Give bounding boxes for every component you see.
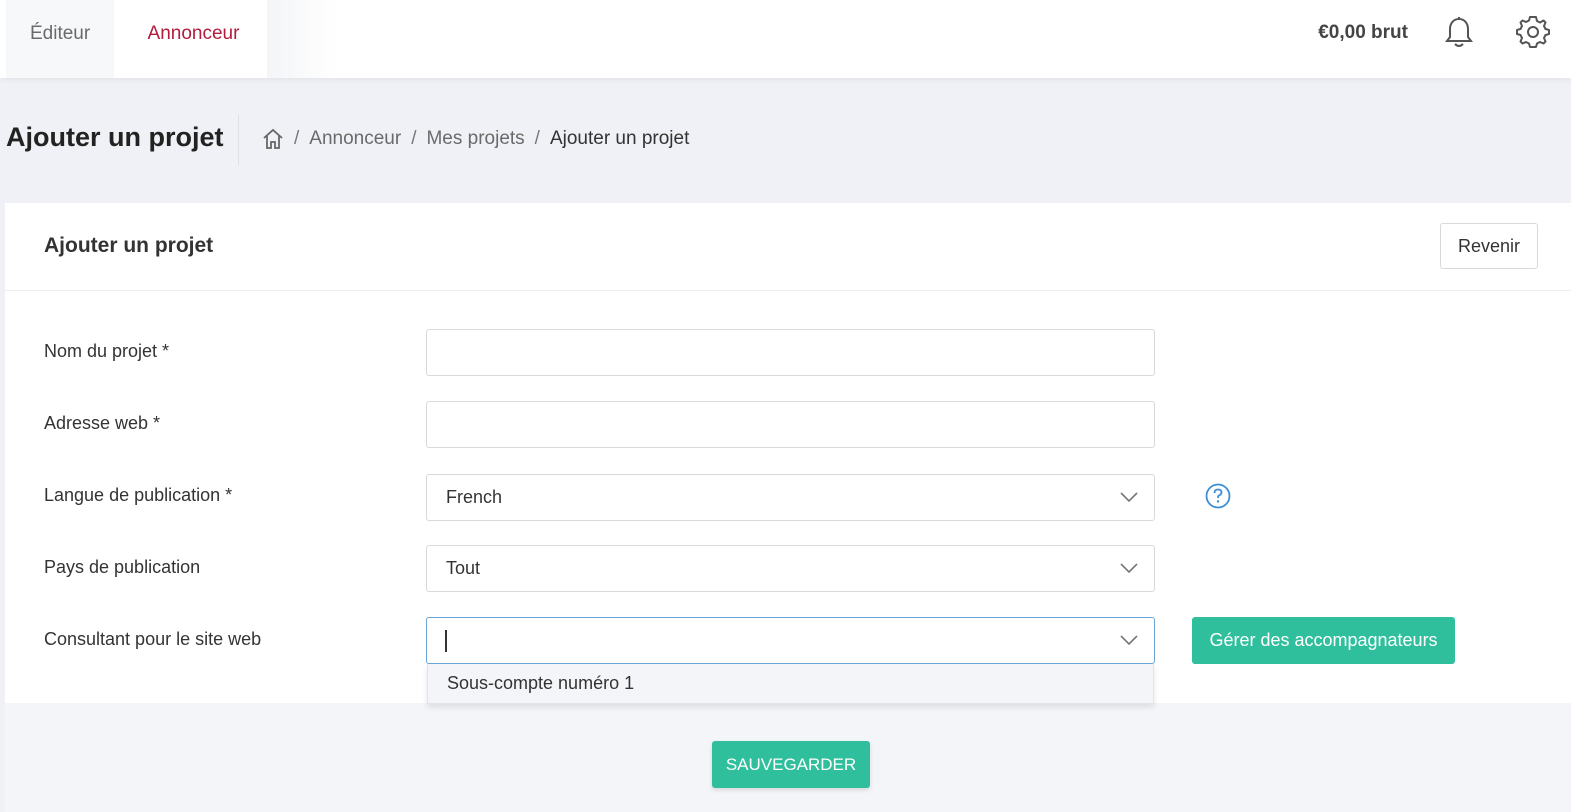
gear-icon[interactable] [1516,15,1550,49]
language-select[interactable]: French [426,474,1155,521]
country-label: Pays de publication [44,557,201,577]
web-address-label: Adresse web * [44,413,161,433]
help-icon[interactable] [1205,483,1231,509]
tab-fade [267,0,337,78]
chevron-down-icon [1120,492,1138,503]
breadcrumb-separator: / [411,128,417,149]
breadcrumb-annonceur[interactable]: Annonceur [309,128,401,150]
project-name-input[interactable] [426,329,1155,376]
card-title: Ajouter un projet [44,234,214,257]
manage-consultants-button[interactable]: Gérer des accompagnateurs [1192,617,1455,664]
country-value: Tout [446,558,481,578]
chevron-down-icon [1120,563,1138,574]
breadcrumb-mes-projets[interactable]: Mes projets [426,128,524,150]
language-label: Langue de publication * [44,485,233,505]
bell-icon[interactable] [1444,16,1474,50]
breadcrumb-separator: / [294,128,300,149]
breadcrumb: / Annonceur / Mes projets / Ajouter un p… [262,128,689,150]
chevron-down-icon [1120,635,1138,646]
page-title: Ajouter un projet [6,122,224,152]
project-form-card: Ajouter un projet Revenir Nom du projet … [5,203,1571,703]
balance-display[interactable]: €0,00 brut [1318,22,1408,44]
web-address-input[interactable] [426,401,1155,448]
tab-annonceur[interactable]: Annonceur [120,0,267,78]
consultant-select[interactable] [426,617,1155,664]
language-value: French [446,487,503,507]
home-icon[interactable] [262,128,284,150]
project-name-label: Nom du projet * [44,341,170,361]
consultant-dropdown: Sous-compte numéro 1 [427,664,1154,704]
consultant-label: Consultant pour le site web [44,629,262,649]
back-button[interactable]: Revenir [1440,223,1538,269]
breadcrumb-current: Ajouter un projet [549,128,690,149]
breadcrumb-separator: / [534,128,540,149]
top-bar: Éditeur Annonceur €0,00 brut [0,0,1571,78]
dropdown-option[interactable]: Sous-compte numéro 1 [447,673,634,694]
card-header: Ajouter un projet Revenir [5,203,1571,291]
country-select[interactable]: Tout [426,545,1155,592]
text-cursor [445,630,447,652]
header-divider [238,115,239,165]
save-button[interactable]: SAUVEGARDER [712,741,870,788]
tab-editeur[interactable]: Éditeur [6,0,115,78]
